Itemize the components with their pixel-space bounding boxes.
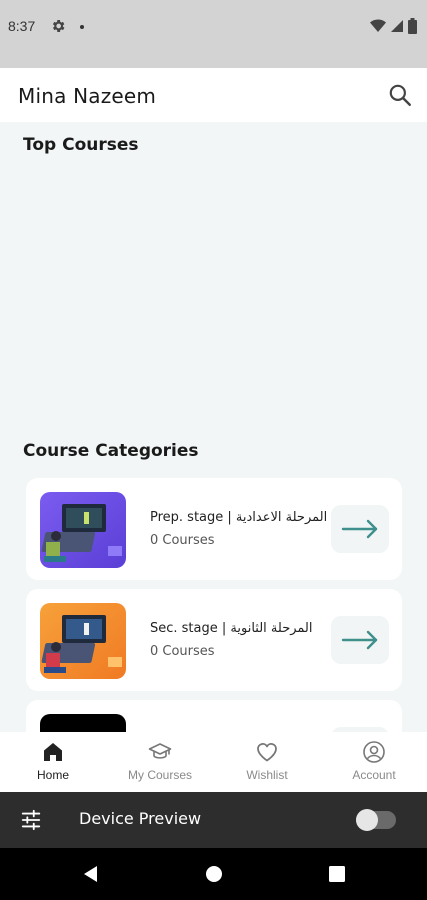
arrow-right-icon xyxy=(341,519,378,539)
category-open-button[interactable] xyxy=(331,616,389,664)
category-title: Prep. stage | المرحلة الاعدادية xyxy=(150,510,328,525)
category-thumbnail-sec xyxy=(40,603,126,679)
course-categories-heading: Course Categories xyxy=(23,441,199,461)
nav-label: Account xyxy=(352,768,396,782)
device-preview-label: Device Preview xyxy=(79,809,202,828)
toggle-knob xyxy=(356,809,378,831)
device-preview-bar: Device Preview xyxy=(0,792,427,848)
notification-dot-icon xyxy=(80,25,84,29)
search-icon[interactable] xyxy=(387,82,413,108)
recents-icon[interactable] xyxy=(329,866,345,882)
nav-label: Home xyxy=(36,768,69,782)
home-icon xyxy=(44,743,62,761)
category-thumbnail-partial xyxy=(40,714,126,732)
category-thumbnail-prep xyxy=(40,492,126,568)
system-navigation-bar xyxy=(0,848,427,900)
main-content[interactable]: Top Courses Course Categories Prep. stag… xyxy=(0,122,427,732)
nav-label: My Courses xyxy=(127,768,192,782)
battery-icon xyxy=(408,18,417,34)
top-courses-heading: Top Courses xyxy=(23,135,139,155)
device-preview-toggle[interactable] xyxy=(356,809,396,831)
category-card-partial[interactable] xyxy=(26,700,402,732)
status-indicators xyxy=(370,18,417,34)
nav-wishlist[interactable]: Wishlist xyxy=(214,732,320,792)
page-title: Mina Nazeem xyxy=(18,84,157,108)
category-card-prep[interactable]: Prep. stage | المرحلة الاعدادية 0 Course… xyxy=(26,478,402,580)
back-icon[interactable] xyxy=(82,865,100,883)
graduation-cap-icon xyxy=(148,743,172,759)
signal-icon xyxy=(391,20,403,32)
status-time: 8:37 xyxy=(8,18,36,34)
heart-icon xyxy=(257,743,277,762)
account-icon xyxy=(363,741,385,763)
sliders-icon[interactable] xyxy=(20,809,42,831)
arrow-right-icon xyxy=(341,630,378,650)
nav-account[interactable]: Account xyxy=(321,732,427,792)
category-course-count: 0 Courses xyxy=(150,644,215,659)
category-card-sec[interactable]: Sec. stage | المرحلة الثانوية 0 Courses xyxy=(26,589,402,691)
nav-label: Wishlist xyxy=(246,768,288,782)
nav-home[interactable]: Home xyxy=(0,732,106,792)
status-bar: 8:37 xyxy=(0,0,427,68)
category-course-count: 0 Courses xyxy=(150,533,215,548)
nav-my-courses[interactable]: My Courses xyxy=(107,732,213,792)
bottom-navigation: Home My Courses Wishlist Account xyxy=(0,732,427,792)
category-title: Sec. stage | المرحلة الثانوية xyxy=(150,621,313,636)
app-bar: Mina Nazeem xyxy=(0,68,427,122)
wifi-icon xyxy=(370,19,386,32)
category-open-button[interactable] xyxy=(331,505,389,553)
home-circle-icon[interactable] xyxy=(205,865,223,883)
gear-icon xyxy=(52,20,65,32)
